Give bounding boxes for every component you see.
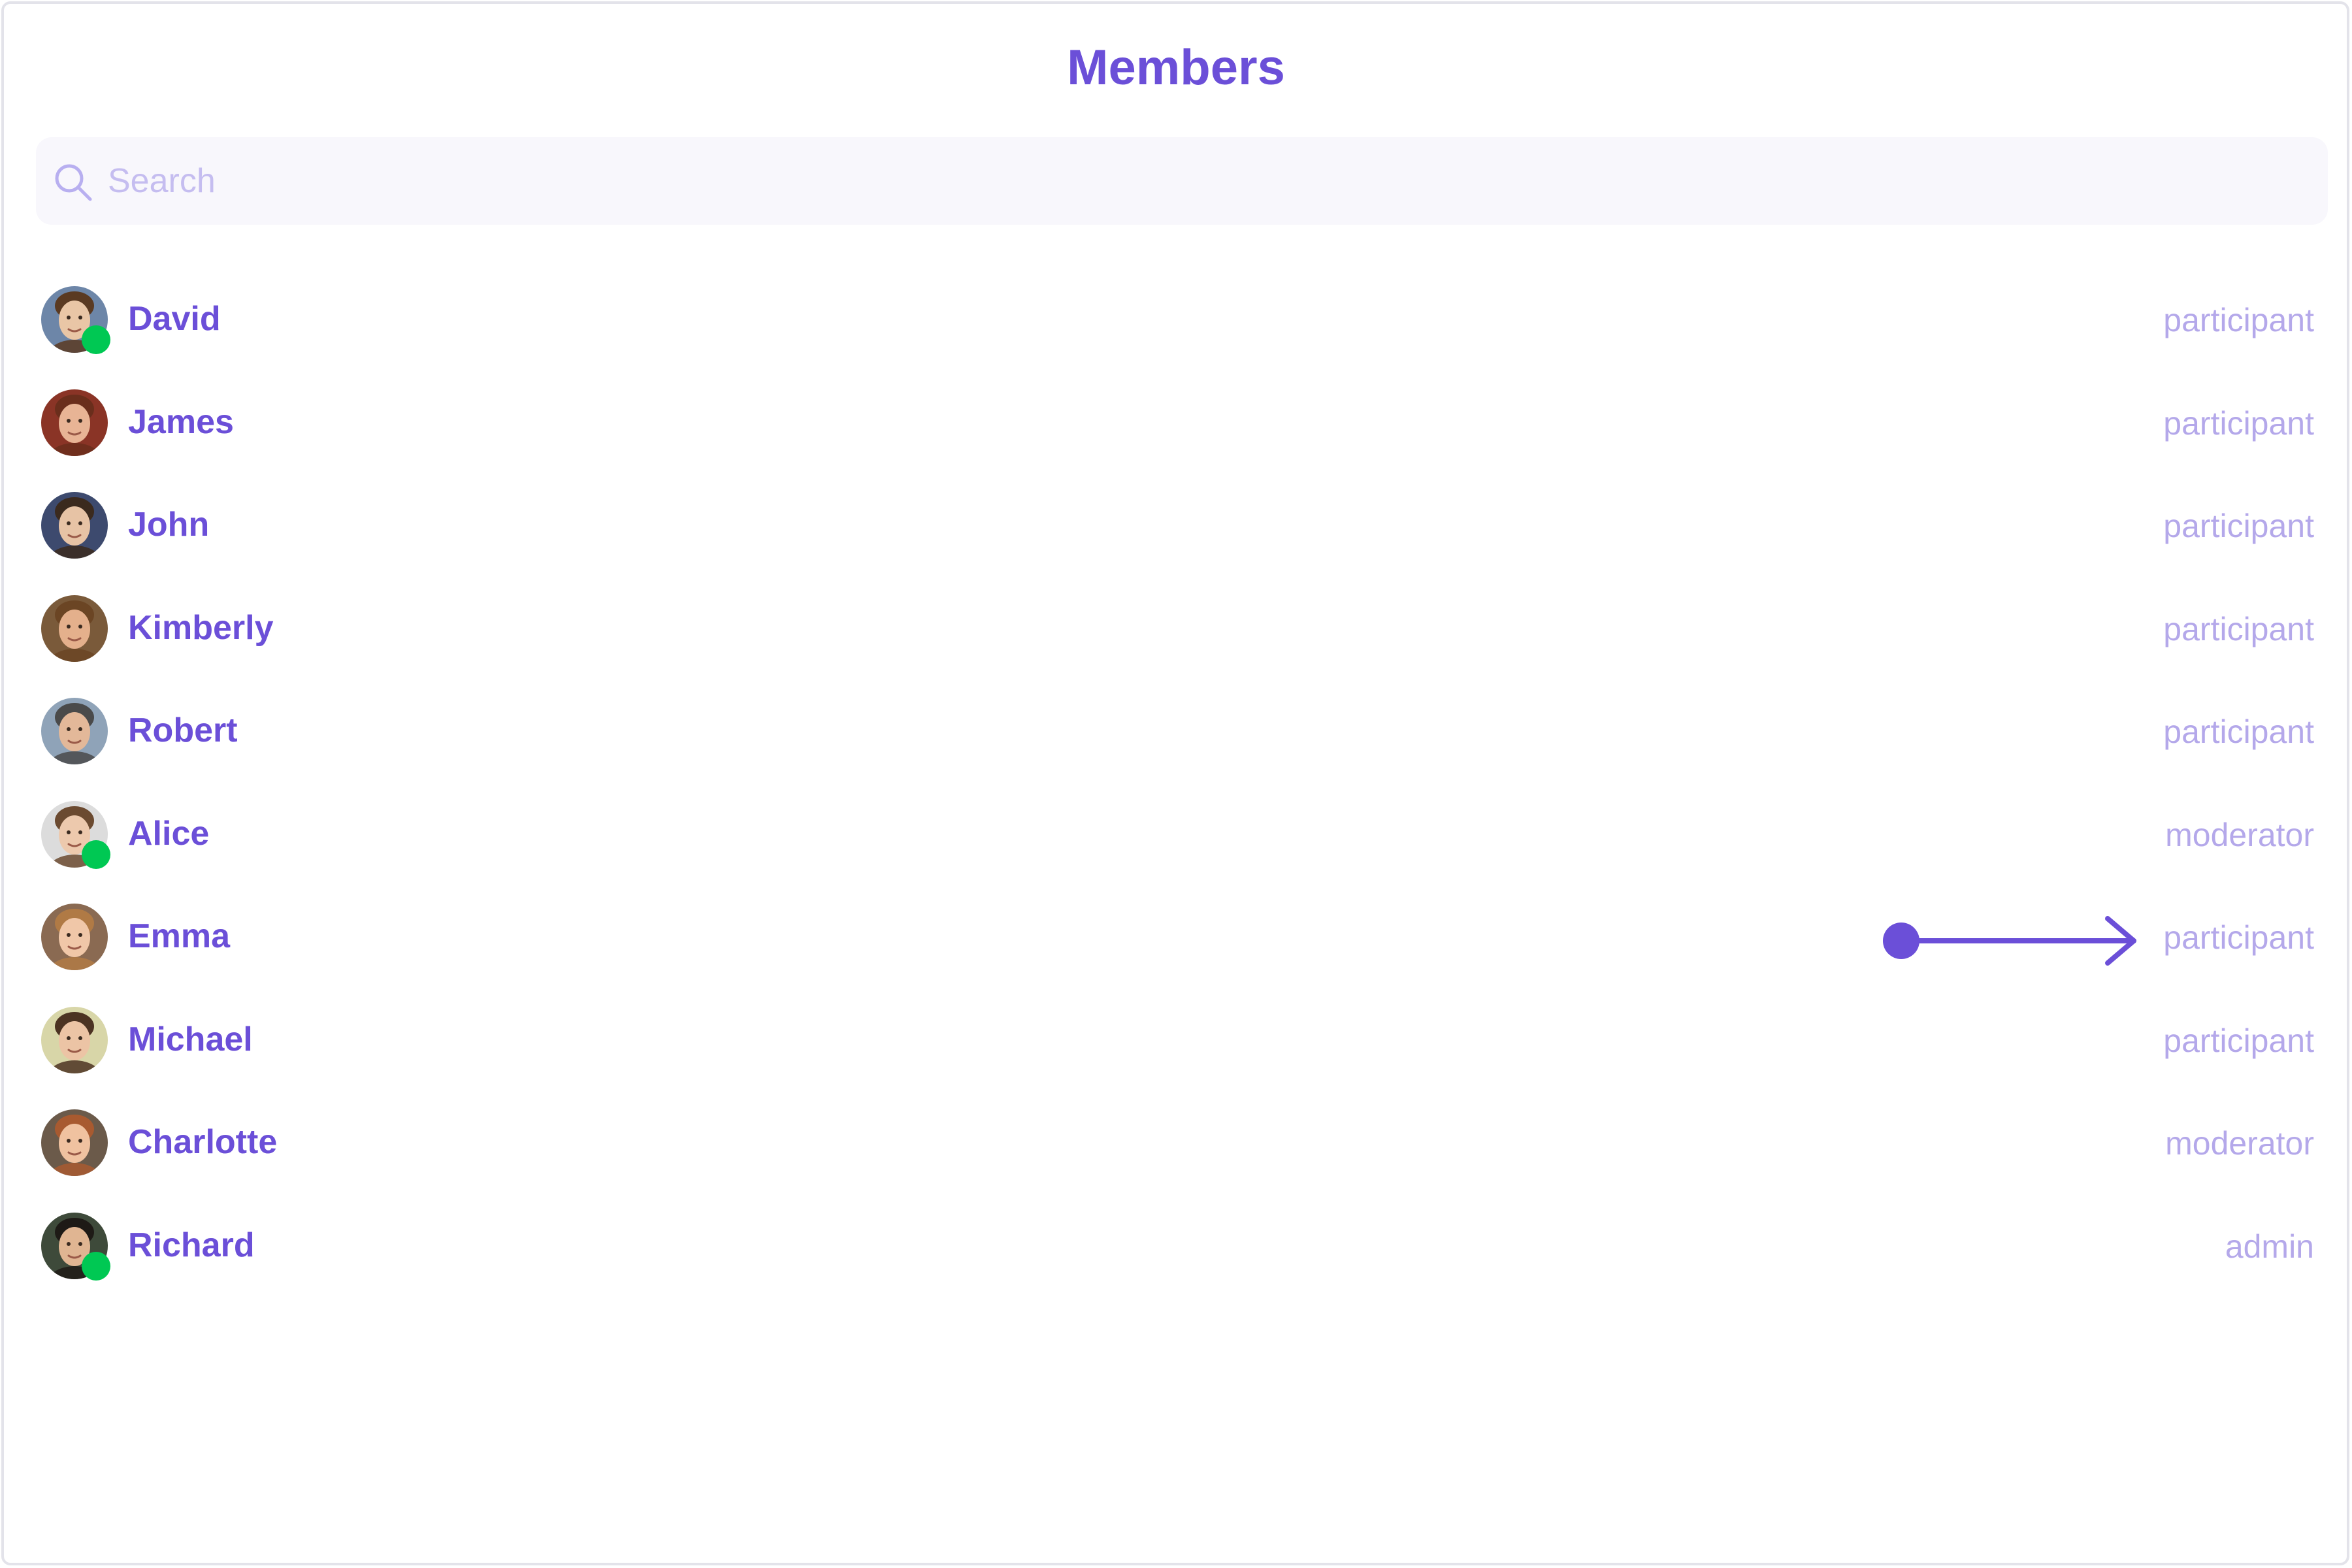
search-icon	[53, 162, 93, 203]
member-role: participant	[2163, 610, 2314, 647]
list-item[interactable]: Kimberly participant	[0, 585, 2352, 688]
member-role: moderator	[2165, 816, 2314, 853]
member-name: Robert	[128, 711, 238, 749]
member-role: moderator	[2165, 1125, 2314, 1162]
avatar[interactable]	[41, 1006, 108, 1073]
online-status-dot	[82, 325, 110, 354]
member-role: participant	[2163, 713, 2314, 750]
member-role: participant	[2163, 302, 2314, 338]
member-role: participant	[2163, 1022, 2314, 1059]
search-input[interactable]	[106, 137, 2302, 225]
avatar[interactable]	[41, 286, 110, 354]
list-item[interactable]: David participant	[0, 276, 2352, 379]
avatar[interactable]	[41, 904, 108, 970]
online-status-dot	[82, 840, 110, 869]
avatar[interactable]	[41, 698, 108, 764]
page-title: Members	[1067, 40, 1285, 95]
list-item[interactable]: Alice moderator	[0, 791, 2352, 894]
avatar[interactable]	[41, 492, 108, 559]
member-role: participant	[2163, 919, 2314, 956]
list-item[interactable]: James participant	[0, 379, 2352, 482]
member-role: participant	[2163, 508, 2314, 544]
member-name: John	[128, 506, 210, 544]
member-name: David	[128, 300, 221, 338]
avatar[interactable]	[41, 800, 110, 869]
list-item[interactable]: Michael participant	[0, 996, 2352, 1100]
list-item[interactable]: Richard admin	[0, 1202, 2352, 1305]
member-role: participant	[2163, 404, 2314, 442]
avatar[interactable]	[41, 595, 108, 662]
member-name: Emma	[128, 917, 231, 955]
member-name: Michael	[128, 1020, 253, 1058]
member-role: admin	[2225, 1228, 2314, 1265]
arrow-right-icon	[1883, 916, 2136, 966]
member-name: Kimberly	[128, 608, 274, 647]
list-item[interactable]: Charlotte moderator	[0, 1099, 2352, 1202]
avatar[interactable]	[41, 389, 108, 456]
list-item[interactable]: John participant	[0, 482, 2352, 585]
member-name: Alice	[128, 814, 210, 853]
member-name: Charlotte	[128, 1123, 278, 1161]
avatar[interactable]	[41, 1109, 108, 1176]
member-list: David participant James participant John part…	[0, 276, 2352, 1305]
avatar[interactable]	[41, 1212, 110, 1281]
member-name: James	[128, 402, 234, 441]
search-bar[interactable]	[36, 137, 2328, 225]
list-item[interactable]: Robert participant	[0, 687, 2352, 791]
member-name: Richard	[128, 1226, 255, 1264]
online-status-dot	[82, 1251, 110, 1281]
